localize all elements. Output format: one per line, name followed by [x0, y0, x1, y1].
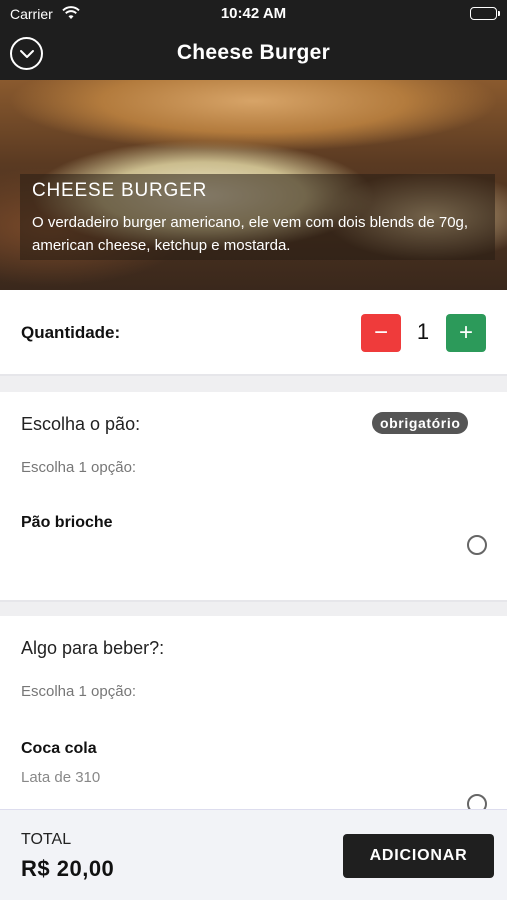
decrease-quantity-button[interactable]: −	[361, 314, 401, 352]
option-name: Coca cola	[21, 740, 97, 757]
page-title: Cheese Burger	[176, 41, 331, 64]
quantity-label: Quantidade:	[21, 323, 121, 342]
drink-section: Algo para beber?: Escolha 1 opção: Coca …	[0, 616, 507, 816]
increase-quantity-button[interactable]: +	[446, 314, 486, 352]
product-name: CHEESE BURGER	[32, 180, 208, 201]
required-badge: obrigatório	[372, 412, 469, 434]
section-hint: Escolha 1 opção:	[21, 683, 137, 700]
quantity-value: 1	[416, 319, 430, 344]
add-to-cart-button[interactable]: ADICIONAR	[343, 834, 494, 878]
product-caption: CHEESE BURGER O verdadeiro burger americ…	[20, 174, 495, 260]
option-name: Pão brioche	[21, 514, 113, 531]
bread-section: Escolha o pão: obrigatório Escolha 1 opç…	[0, 392, 507, 602]
option-radio[interactable]	[467, 535, 487, 555]
plus-icon: +	[458, 319, 473, 346]
minus-icon: −	[373, 319, 388, 346]
navigation-bar: Cheese Burger	[0, 28, 507, 80]
section-title: Escolha o pão:	[21, 414, 141, 434]
total-label: TOTAL	[21, 831, 72, 848]
option-description: Lata de 310	[21, 769, 101, 786]
total-value: R$ 20,00	[21, 856, 115, 881]
quantity-card: Quantidade: − 1 +	[0, 290, 507, 376]
checkout-footer: TOTAL R$ 20,00 ADICIONAR	[0, 809, 507, 900]
product-image: CHEESE BURGER O verdadeiro burger americ…	[0, 80, 507, 290]
product-description: O verdadeiro burger americano, ele vem c…	[32, 214, 469, 254]
section-title: Algo para beber?:	[21, 638, 165, 658]
clock: 10:42 AM	[220, 5, 287, 22]
section-hint: Escolha 1 opção:	[21, 459, 137, 476]
status-bar: Carrier 10:42 AM	[0, 0, 507, 28]
battery-icon	[470, 7, 500, 20]
